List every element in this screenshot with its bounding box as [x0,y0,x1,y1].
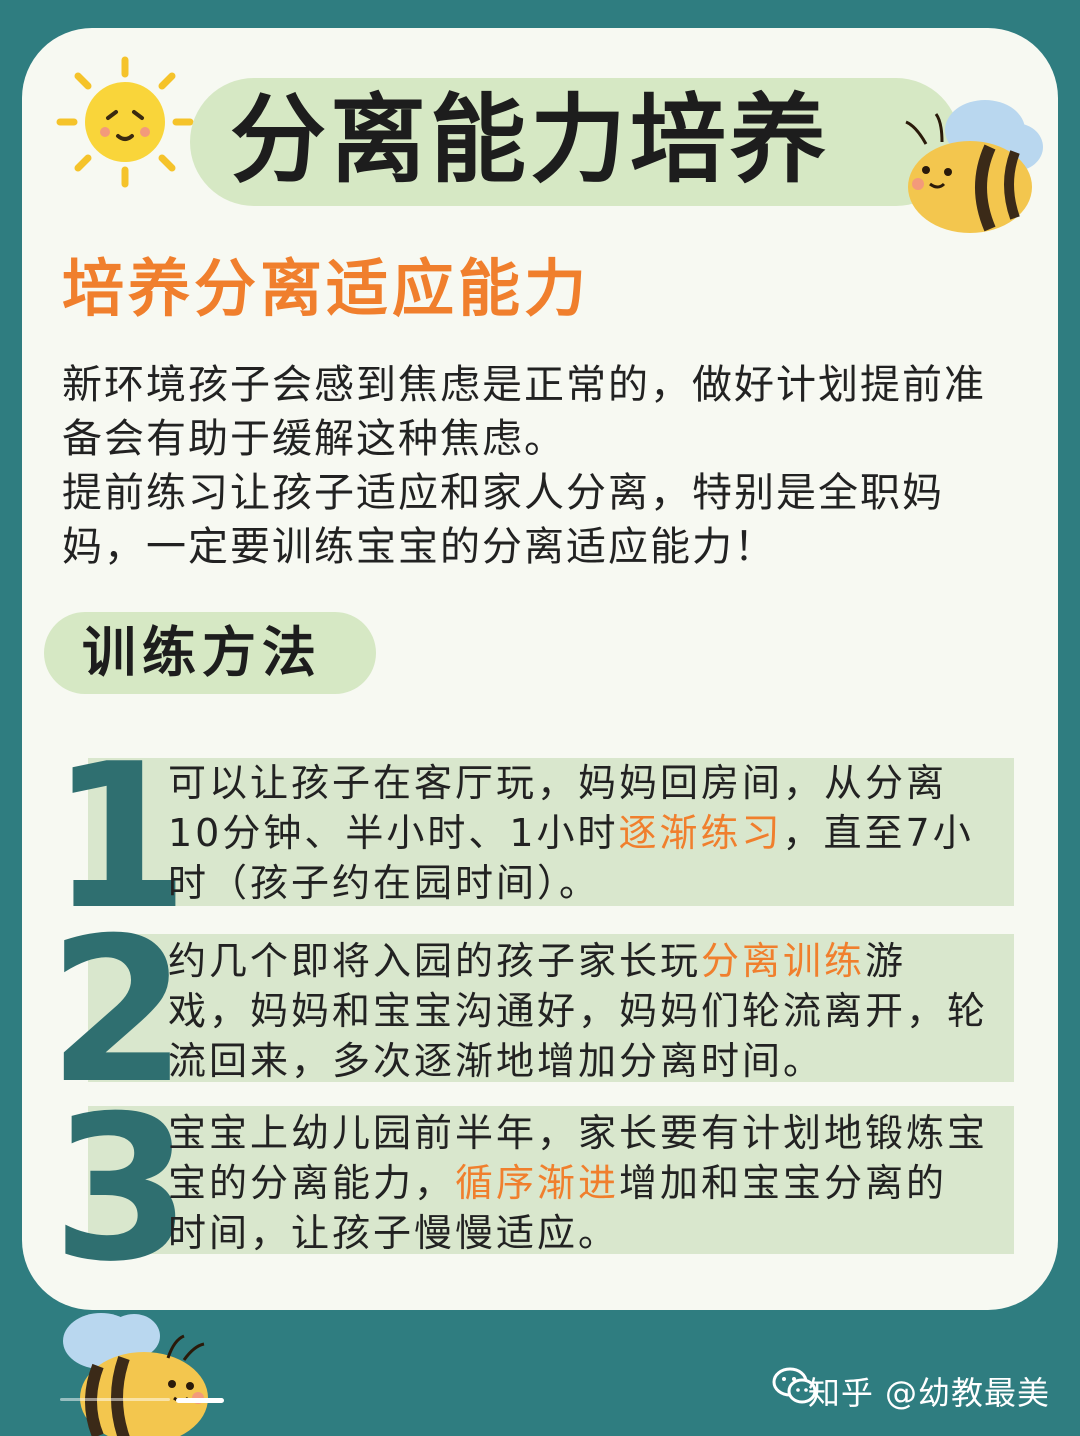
progress-track [60,1398,170,1401]
step-2-highlight: 分离训练 [701,939,866,983]
bee-icon [905,100,1043,233]
watermark: 知乎 @幼教最美 [807,1374,1050,1412]
method-label: 训练方法 [82,621,322,684]
section-subtitle: 培养分离适应能力 [62,252,591,325]
step-text-1: 可以让孩子在客厅玩，妈妈回房间，从分离10分钟、半小时、1小时逐渐练习，直至7小… [168,758,988,908]
step-1-highlight: 逐渐练习 [618,811,783,855]
progress-indicator [176,1398,224,1403]
intro-text: 新环境孩子会感到焦虑是正常的，做好计划提前准备会有助于缓解这种焦虑。 提前练习让… [62,358,1022,574]
step-text-2: 约几个即将入园的孩子家长玩分离训练游戏，妈妈和宝宝沟通好，妈妈们轮流离开，轮流回… [168,936,988,1086]
sun-icon [56,56,194,188]
intro-paragraph-1: 新环境孩子会感到焦虑是正常的，做好计划提前准备会有助于缓解这种焦虑。 [62,362,986,462]
step-2-text: 约几个即将入园的孩子家长玩 [168,939,702,983]
page-title: 分离能力培养 [230,84,830,196]
intro-paragraph-2: 提前练习让孩子适应和家人分离，特别是全职妈妈，一定要训练宝宝的分离适应能力！ [62,470,944,570]
bee-icon [63,1313,208,1436]
step-3-highlight: 循序渐进 [455,1161,620,1205]
step-text-3: 宝宝上幼儿园前半年，家长要有计划地锻炼宝宝的分离能力，循序渐进增加和宝宝分离的时… [168,1108,988,1258]
